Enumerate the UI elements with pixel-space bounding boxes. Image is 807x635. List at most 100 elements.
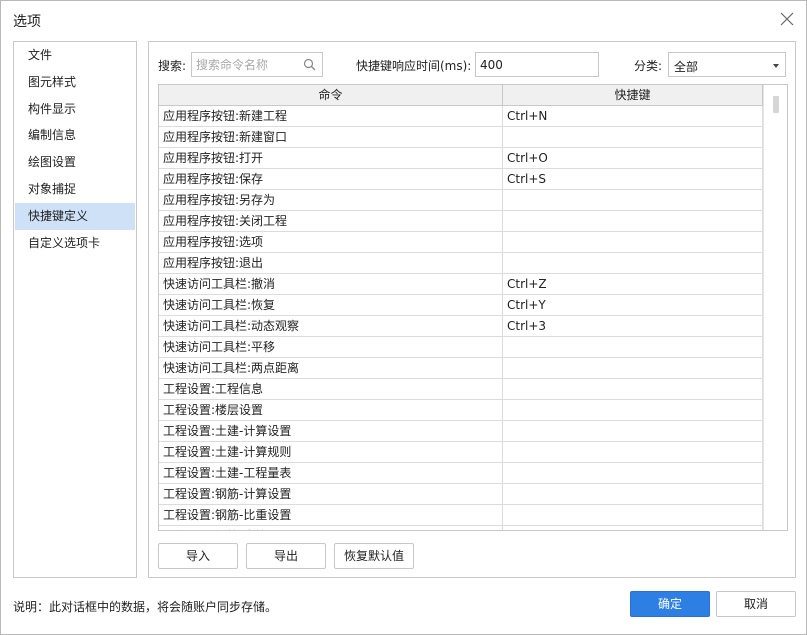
table-row[interactable]: 快速访问工具栏:动态观察 Ctrl+3 [159,316,763,337]
shortcut-cell[interactable] [503,232,763,252]
table-row[interactable]: 应用程序按钮:新建工程 Ctrl+N [159,106,763,127]
restore-defaults-button[interactable]: 恢复默认值 [334,543,414,569]
command-cell: 工程设置:土建-工程量表 [159,463,503,483]
options-sidebar: 文件 图元样式 构件显示 编制信息 绘图设置 对象捕捉 快捷键定义 自定义选项卡 [13,41,137,578]
shortcut-cell[interactable] [503,190,763,210]
category-select[interactable]: 全部 [668,52,786,77]
category-label: 分类: [634,59,663,73]
vertical-scrollbar[interactable] [763,85,787,530]
table-row[interactable]: 快速访问工具栏:恢复 Ctrl+Y [159,295,763,316]
command-cell: 应用程序按钮:选项 [159,232,503,252]
close-icon [780,12,794,26]
sidebar-item[interactable]: 快捷键定义 [15,202,135,230]
command-cell: 工程设置:土建-计算设置 [159,421,503,441]
table-header: 命令 快捷键 [159,85,787,106]
shortcut-cell[interactable] [503,127,763,147]
table-row[interactable]: 应用程序按钮:关闭工程 [159,211,763,232]
export-button[interactable]: 导出 [246,543,326,569]
command-cell: 应用程序按钮:打开 [159,148,503,168]
table-row[interactable]: 工程设置:土建-计算规则 [159,442,763,463]
options-dialog: 选项 文件 图元样式 构件显示 编制信息 绘图设置 对象捕捉 快捷键定义 自定义选项卡 搜索:… [0,0,807,635]
shortcut-panel: 搜索: 快捷键响应时间(ms): 分类: 全部 命令 快捷键 应用程序按钮:新建… [148,41,796,578]
table-row[interactable]: 应用程序按钮:保存 Ctrl+S [159,169,763,190]
search-label: 搜索: [158,59,187,73]
shortcut-cell[interactable]: Ctrl+S [503,169,763,189]
shortcut-cell[interactable] [503,421,763,441]
search-input[interactable] [192,53,296,76]
search-box [191,52,323,77]
shortcut-cell[interactable] [503,358,763,378]
shortcut-cell[interactable] [503,442,763,462]
command-cell: 工程设置:土建-计算规则 [159,442,503,462]
import-button[interactable]: 导入 [158,543,238,569]
sidebar-item[interactable]: 构件显示 [15,96,135,123]
table-row[interactable]: 应用程序按钮:退出 [159,253,763,274]
shortcut-cell[interactable] [503,526,763,530]
command-cell: 应用程序按钮:新建工程 [159,106,503,126]
command-cell: 快速访问工具栏:动态观察 [159,316,503,336]
table-row[interactable]: 工程设置:钢筋-比重设置 [159,505,763,526]
shortcut-table: 命令 快捷键 应用程序按钮:新建工程 Ctrl+N 应用程序按钮:新建窗口 应用程序按… [158,84,788,531]
shortcut-cell[interactable] [503,484,763,504]
shortcut-cell[interactable] [503,337,763,357]
table-row[interactable]: 工程设置:楼层设置 [159,400,763,421]
command-cell: 快速访问工具栏:恢复 [159,295,503,315]
command-cell: 快速访问工具栏:撤消 [159,274,503,294]
command-cell: 工程设置:楼层设置 [159,400,503,420]
command-cell: 工程设置:钢筋-弯钩设置 [159,526,503,530]
sidebar-item[interactable]: 编制信息 [15,122,135,149]
shortcut-cell[interactable] [503,379,763,399]
table-row[interactable]: 快速访问工具栏:撤消 Ctrl+Z [159,274,763,295]
table-row[interactable]: 快速访问工具栏:两点距离 [159,358,763,379]
command-cell: 工程设置:钢筋-比重设置 [159,505,503,525]
sidebar-list: 文件 图元样式 构件显示 编制信息 绘图设置 对象捕捉 快捷键定义 自定义选项卡 [14,42,136,256]
column-header-shortcut[interactable]: 快捷键 [503,85,763,105]
scrollbar-thumb[interactable] [773,96,779,113]
search-icon[interactable] [303,58,316,71]
sidebar-item[interactable]: 对象捕捉 [15,176,135,203]
shortcut-cell[interactable]: Ctrl+Z [503,274,763,294]
command-cell: 工程设置:钢筋-计算设置 [159,484,503,504]
command-cell: 应用程序按钮:新建窗口 [159,127,503,147]
shortcut-cell[interactable] [503,400,763,420]
command-cell: 工程设置:工程信息 [159,379,503,399]
shortcut-cell[interactable] [503,211,763,231]
chevron-down-icon [773,64,779,68]
shortcut-cell[interactable]: Ctrl+N [503,106,763,126]
table-row[interactable]: 工程设置:工程信息 [159,379,763,400]
shortcut-cell[interactable]: Ctrl+Y [503,295,763,315]
table-row[interactable]: 工程设置:钢筋-计算设置 [159,484,763,505]
cancel-button[interactable]: 取消 [716,591,796,617]
table-row[interactable]: 工程设置:土建-工程量表 [159,463,763,484]
column-header-command[interactable]: 命令 [159,85,503,105]
table-row[interactable]: 应用程序按钮:打开 Ctrl+O [159,148,763,169]
sidebar-item[interactable]: 自定义选项卡 [15,230,135,257]
category-value: 全部 [674,60,699,74]
table-row[interactable]: 快速访问工具栏:平移 [159,337,763,358]
sidebar-item[interactable]: 文件 [15,42,135,69]
command-cell: 应用程序按钮:另存为 [159,190,503,210]
ok-button[interactable]: 确定 [630,591,710,617]
close-button[interactable] [778,10,796,28]
sidebar-item[interactable]: 图元样式 [15,69,135,96]
response-time-input[interactable] [475,52,599,77]
table-row[interactable]: 应用程序按钮:另存为 [159,190,763,211]
table-row[interactable]: 工程设置:钢筋-弯钩设置 [159,526,763,530]
command-cell: 应用程序按钮:保存 [159,169,503,189]
table-row[interactable]: 工程设置:土建-计算设置 [159,421,763,442]
shortcut-cell[interactable]: Ctrl+3 [503,316,763,336]
title-bar: 选项 [1,1,806,39]
table-row[interactable]: 应用程序按钮:选项 [159,232,763,253]
dialog-title: 选项 [13,14,41,30]
command-cell: 应用程序按钮:关闭工程 [159,211,503,231]
footer-note: 说明：此对话框中的数据，将会随账户同步存储。 [13,600,278,614]
command-cell: 快速访问工具栏:两点距离 [159,358,503,378]
shortcut-cell[interactable]: Ctrl+O [503,148,763,168]
shortcut-cell[interactable] [503,253,763,273]
response-time-label: 快捷键响应时间(ms): [356,59,472,73]
table-row[interactable]: 应用程序按钮:新建窗口 [159,127,763,148]
shortcut-cell[interactable] [503,463,763,483]
sidebar-item[interactable]: 绘图设置 [15,149,135,176]
command-cell: 快速访问工具栏:平移 [159,337,503,357]
shortcut-cell[interactable] [503,505,763,525]
